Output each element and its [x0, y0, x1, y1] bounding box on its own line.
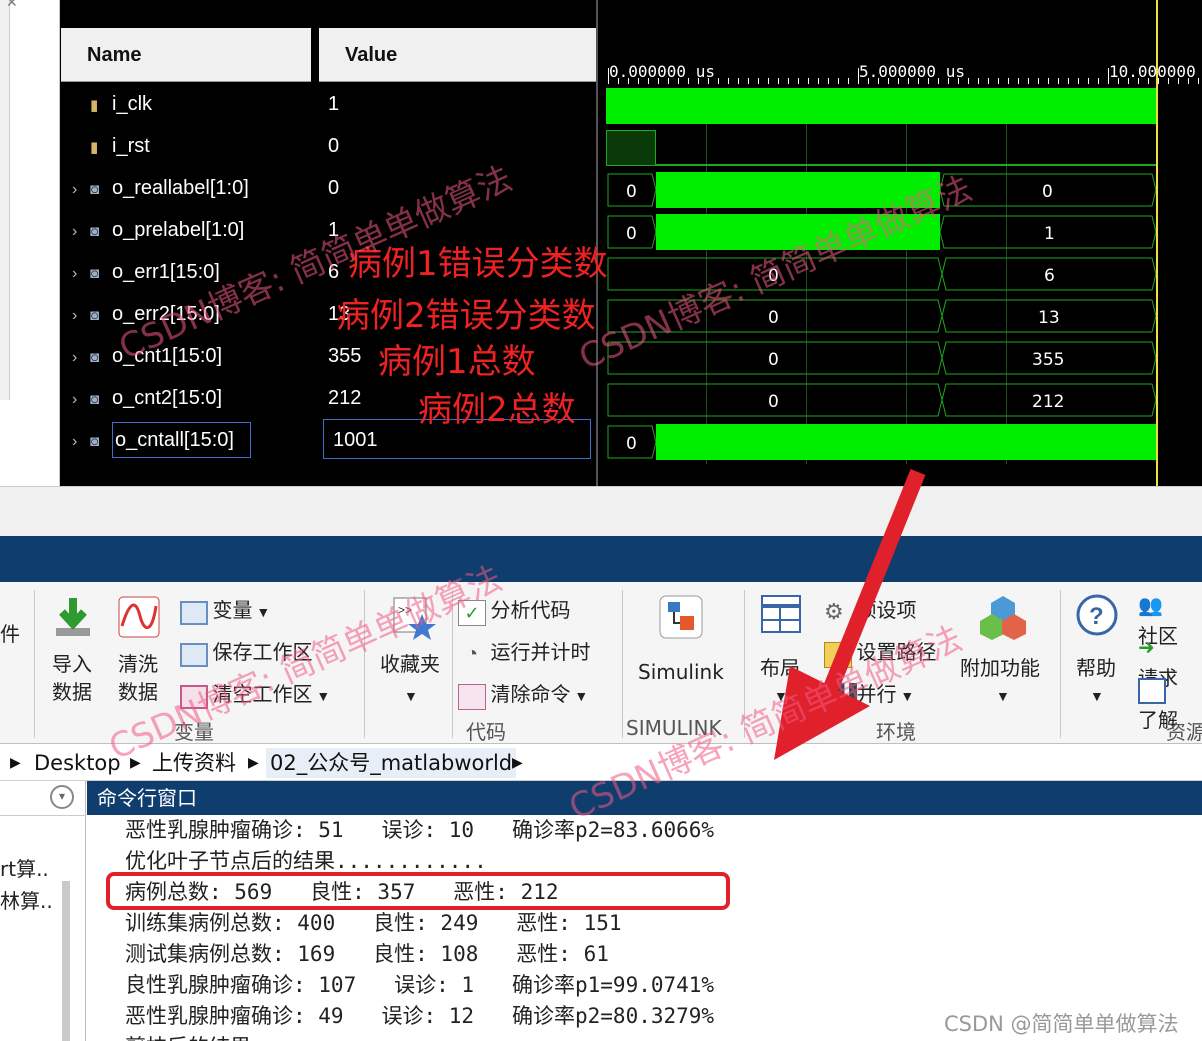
close-icon[interactable]: ✕ — [6, 0, 18, 11]
file-item[interactable]: 林算.. — [0, 885, 53, 914]
annotation-cnt1: 病例1总数 — [378, 342, 536, 382]
ruler-minor-tick — [1178, 78, 1179, 84]
section-label-code: 代码 — [466, 720, 506, 744]
breadcrumb-arrow-icon[interactable]: ▶ — [10, 748, 21, 778]
current-folder-pane: ▾ rt算.. 林算.. — [0, 781, 86, 1041]
ruler-minor-tick — [1158, 78, 1159, 84]
bus-icon: ◙ — [90, 181, 100, 198]
time-cursor[interactable] — [1156, 0, 1158, 486]
clear-commands-button[interactable]: 清除命令 ▼ — [458, 678, 588, 710]
wire-icon: ▮ — [90, 139, 99, 156]
highlight-box — [106, 872, 730, 910]
breadcrumb-upload[interactable]: 上传资料 — [152, 748, 236, 778]
import-icon — [56, 598, 90, 636]
pane-menu-icon[interactable]: ▾ — [50, 785, 74, 809]
wire-icon: ▮ — [90, 97, 99, 114]
clean-data-button[interactable]: 清洗 数据 — [116, 594, 162, 704]
clean-data-icon — [118, 596, 160, 638]
command-output-line: 剪枝后的结果... — [125, 1032, 289, 1041]
save-workspace-icon — [180, 642, 208, 667]
signal-row-selected[interactable]: › ◙ o_cntall[15:0] — [72, 419, 310, 461]
breadcrumb-arrow-icon[interactable]: ▶ — [512, 748, 523, 778]
import-data-button[interactable]: 导入 数据 — [50, 594, 96, 704]
variable-icon — [180, 600, 208, 625]
command-window[interactable]: 命令行窗口 恶性乳腺肿瘤确诊: 51 误诊: 10 确诊率p2=83.6066%… — [87, 781, 1202, 1041]
window-gap — [0, 486, 1202, 536]
side-toolbar: ✕ — [0, 0, 60, 486]
wave-cnt1: 0 355 — [606, 336, 1156, 378]
name-column-header[interactable]: Name — [61, 28, 311, 82]
expand-chevron-icon[interactable]: › — [72, 253, 90, 295]
signal-row[interactable]: › ◙ o_cnt2[15:0] — [72, 377, 310, 419]
bus-icon: ◙ — [90, 223, 100, 240]
simulink-button[interactable]: Simulink — [638, 594, 730, 684]
bus-icon: ◙ — [90, 307, 100, 324]
simulink-icon — [659, 595, 703, 639]
signal-value: 1 — [328, 93, 340, 115]
expand-chevron-icon[interactable]: › — [72, 169, 90, 211]
waveform-viewer: ✕ Name Value ▮ i_clk ▮ i_rst › ◙ o_reallabel… — [0, 0, 1202, 486]
breadcrumb-arrow-icon[interactable]: ▶ — [248, 748, 259, 778]
bus-icon: ◙ — [90, 265, 100, 282]
annotation-cnt2: 病例2总数 — [418, 390, 576, 430]
ruler-label: 10.000000 — [1109, 62, 1196, 81]
support-icon: ➜ — [1138, 637, 1155, 659]
command-output-line: 训练集病例总数: 400 良性: 249 恶性: 151 — [125, 911, 622, 935]
clear-commands-icon — [458, 683, 486, 710]
wave-cntall: 0 — [606, 420, 1156, 462]
waveform-panel[interactable]: 0.000000 us 5.000000 us 10.000000 0 0 0 … — [606, 0, 1202, 486]
section-label-resources: 资源 — [1166, 720, 1202, 744]
ruler-label: 5.000000 us — [859, 62, 965, 81]
signal-row[interactable]: › ◙ o_prelabel[1:0] — [72, 209, 310, 251]
run-and-time-button[interactable]: ◔ 运行并计时 — [458, 636, 591, 668]
scrollbar[interactable] — [62, 881, 70, 1041]
signal-row[interactable]: ▮ i_clk — [72, 83, 310, 125]
learn-icon — [1138, 678, 1166, 704]
ruler-minor-tick — [1188, 78, 1189, 84]
wave-i-rst — [606, 126, 1156, 168]
ribbon-partial-item[interactable]: 件 — [0, 618, 20, 647]
addons-button[interactable]: 附加功能 ▼ — [960, 594, 1050, 714]
footer-watermark: CSDN @简简单单做算法 — [944, 1012, 1179, 1036]
time-ruler[interactable]: 0.000000 us 5.000000 us 10.000000 — [606, 56, 1202, 84]
value-column-header[interactable]: Value — [319, 28, 596, 82]
community-icon: 👥 — [1138, 595, 1163, 617]
signal-row[interactable]: › ◙ o_reallabel[1:0] — [72, 167, 310, 209]
expand-chevron-icon[interactable]: › — [72, 421, 90, 463]
command-output-line: 恶性乳腺肿瘤确诊: 51 误诊: 10 确诊率p2=83.6066% — [125, 818, 715, 842]
breadcrumb-folder[interactable]: 02_公众号_matlabworld — [266, 748, 517, 778]
help-icon: ? — [1076, 594, 1118, 636]
command-output-line: 良性乳腺肿瘤确诊: 107 误诊: 1 确诊率p1=99.0741% — [125, 973, 715, 997]
expand-chevron-icon[interactable]: › — [72, 337, 90, 379]
bus-icon: ◙ — [90, 349, 100, 366]
signal-row[interactable]: ▮ i_rst — [72, 125, 310, 167]
bus-icon: ◙ — [90, 391, 100, 408]
ruler-label: 0.000000 us — [609, 62, 715, 81]
bus-icon: ◙ — [90, 433, 100, 450]
svg-text:?: ? — [1089, 603, 1104, 630]
wave-i-clk — [606, 84, 1156, 126]
signal-value: 0 — [328, 135, 340, 157]
expand-chevron-icon[interactable]: › — [72, 295, 90, 337]
expand-chevron-icon[interactable]: › — [72, 211, 90, 253]
wave-cnt2: 0 212 — [606, 378, 1156, 420]
expand-chevron-icon[interactable]: › — [72, 379, 90, 421]
breadcrumb-desktop[interactable]: Desktop — [34, 748, 121, 778]
ruler-minor-tick — [1198, 78, 1199, 84]
addons-icon — [980, 596, 1026, 640]
command-output-line: 恶性乳腺肿瘤确诊: 49 误诊: 12 确诊率p2=80.3279% — [125, 1004, 715, 1028]
matlab-titlebar — [0, 536, 1202, 582]
help-button[interactable]: ? 帮助 ▼ — [1076, 594, 1126, 714]
ruler-minor-tick — [1168, 78, 1169, 84]
file-item[interactable]: rt算.. — [0, 853, 49, 882]
command-output-line: 测试集病例总数: 169 良性: 108 恶性: 61 — [125, 942, 609, 966]
variable-menu[interactable]: 变量 ▼ — [180, 594, 270, 625]
annotation-err2: 病例2错误分类数 — [336, 296, 596, 336]
stopwatch-icon: ◔ — [465, 642, 479, 665]
vertical-scrollbar[interactable] — [0, 0, 10, 400]
